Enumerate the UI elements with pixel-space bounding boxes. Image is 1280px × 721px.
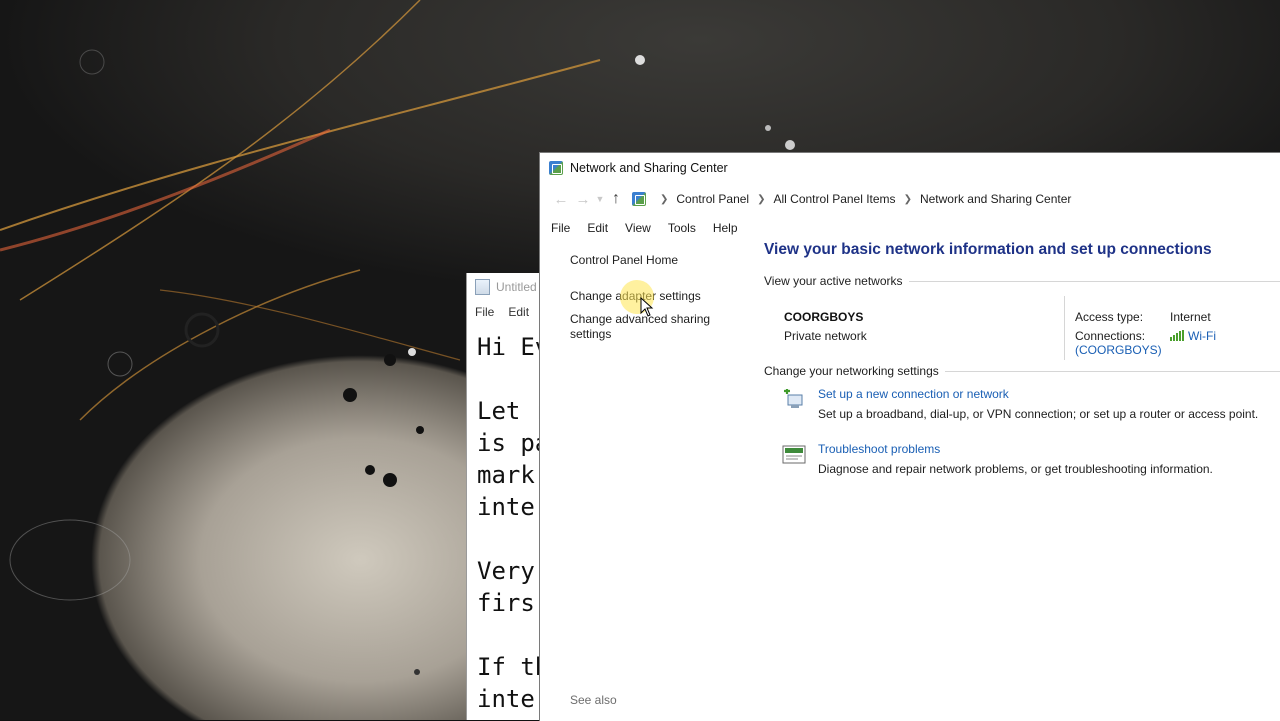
active-networks-label: View your active networks <box>764 274 903 288</box>
breadcrumb-control-panel[interactable]: Control Panel <box>676 192 749 206</box>
see-also-label: See also <box>570 693 617 707</box>
notepad-menu-file[interactable]: File <box>475 305 494 319</box>
recent-locations-chevron-icon[interactable]: ▼ <box>594 194 606 204</box>
network-type-link[interactable]: Private network <box>784 329 867 343</box>
control-panel-home-link[interactable]: Control Panel Home <box>570 253 750 268</box>
breadcrumb-chevron-icon[interactable]: ❯ <box>660 194 668 205</box>
troubleshoot-description: Diagnose and repair network problems, or… <box>818 462 1213 476</box>
menu-file[interactable]: File <box>551 221 570 235</box>
breadcrumb-all-items[interactable]: All Control Panel Items <box>774 192 896 206</box>
menu-help[interactable]: Help <box>713 221 738 235</box>
setup-connection-link[interactable]: Set up a new connection or network <box>818 387 1009 401</box>
network-name: COORGBOYS <box>784 310 864 324</box>
forward-arrow-icon[interactable]: → <box>572 191 594 208</box>
breadcrumb-chevron-icon[interactable]: ❯ <box>757 194 765 205</box>
page-title: View your basic network information and … <box>764 241 1212 258</box>
change-adapter-settings-link[interactable]: Change adapter settings <box>570 289 750 304</box>
menu-edit[interactable]: Edit <box>587 221 608 235</box>
change-settings-label: Change your networking settings <box>764 364 939 378</box>
main-content: View your basic network information and … <box>764 241 1280 497</box>
menu-tools[interactable]: Tools <box>668 221 696 235</box>
breadcrumb-network-sharing[interactable]: Network and Sharing Center <box>920 192 1071 206</box>
control-panel-icon <box>549 161 563 175</box>
notepad-icon <box>475 279 490 295</box>
task-new-connection: Set up a new connection or network Set u… <box>782 387 1280 442</box>
window-titlebar[interactable]: Network and Sharing Center <box>540 153 1280 183</box>
active-network-panel: COORGBOYS Private network Access type: In… <box>764 288 1280 364</box>
troubleshoot-icon <box>782 445 806 464</box>
new-connection-icon <box>784 389 803 408</box>
access-type-value: Internet <box>1170 310 1211 324</box>
address-control-panel-icon <box>632 192 646 206</box>
troubleshoot-link[interactable]: Troubleshoot problems <box>818 442 940 456</box>
access-type-row: Access type: Internet <box>1075 310 1211 324</box>
up-arrow-icon[interactable]: ↑ <box>606 190 626 208</box>
left-pane: Control Panel Home Change adapter settin… <box>570 253 750 363</box>
menu-view[interactable]: View <box>625 221 651 235</box>
breadcrumb: ❯ Control Panel ❯ All Control Panel Item… <box>652 192 1071 206</box>
network-sharing-window[interactable]: Network and Sharing Center ← → ▼ ↑ ❯ Con… <box>539 152 1280 721</box>
address-bar: ← → ▼ ↑ ❯ Control Panel ❯ All Control Pa… <box>540 183 1280 215</box>
notepad-menu-edit[interactable]: Edit <box>508 305 529 319</box>
window-title: Network and Sharing Center <box>570 161 728 175</box>
mouse-pointer-icon <box>640 297 654 317</box>
breadcrumb-chevron-icon[interactable]: ❯ <box>904 194 912 205</box>
wifi-signal-icon <box>1170 330 1184 341</box>
active-networks-section: View your active networks <box>764 274 1280 288</box>
change-settings-section: Change your networking settings <box>764 364 1280 378</box>
network-divider <box>1064 296 1065 360</box>
section-divider <box>944 370 1280 372</box>
menu-bar: File Edit View Tools Help <box>540 215 1280 241</box>
back-arrow-icon[interactable]: ← <box>550 191 572 208</box>
task-troubleshoot: Troubleshoot problems Diagnose and repai… <box>782 442 1280 497</box>
setup-connection-description: Set up a broadband, dial-up, or VPN conn… <box>818 407 1259 421</box>
access-type-label: Access type: <box>1075 310 1144 324</box>
connections-label: Connections: <box>1075 329 1146 343</box>
section-divider <box>908 280 1280 282</box>
notepad-title: Untitled <box>496 280 537 294</box>
connections-row: Connections: Wi-Fi (COORGBOYS) <box>1075 329 1280 357</box>
